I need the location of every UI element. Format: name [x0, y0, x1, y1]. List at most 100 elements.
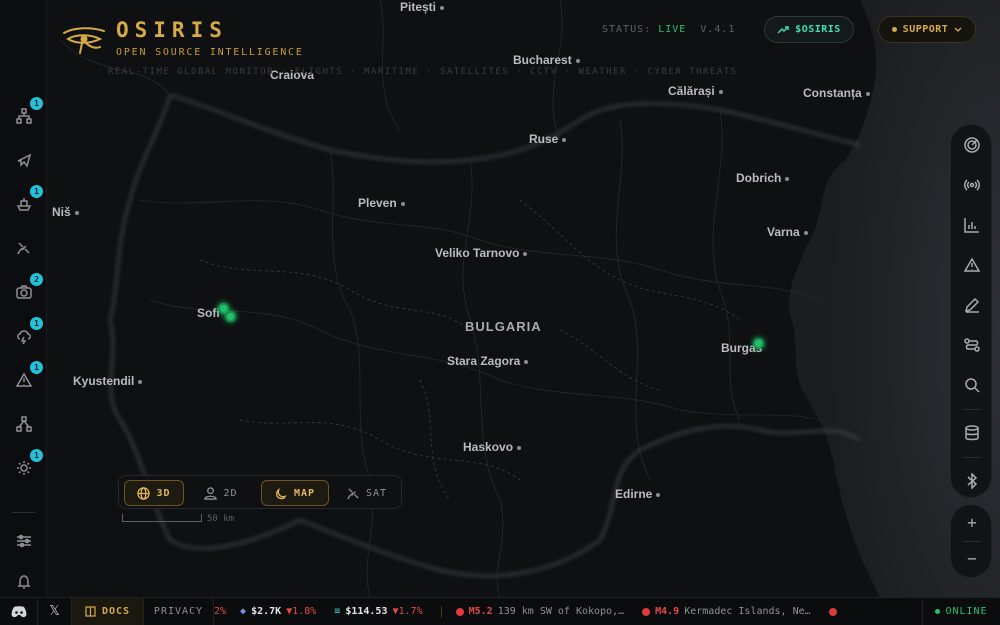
ticker-item: ◆ $2.7K ▼1.8%	[240, 606, 317, 617]
hierarchy-layer-button[interactable]	[13, 413, 35, 435]
quake-dot-icon	[642, 607, 651, 616]
eye-of-horus-logo	[63, 27, 105, 54]
bottom-bar: 𝕏 DOCS PRIVACY 2% ◆ $2.7K ▼1.8% ≡ $114.5…	[0, 597, 1000, 625]
space-weather-layer-button[interactable]: 1	[13, 449, 43, 479]
status-indicator: STATUS: LIVE V.4.1	[602, 24, 736, 35]
city-label: Dobrich	[736, 171, 790, 185]
alerts-button[interactable]	[961, 254, 983, 276]
ticker-item: 2%	[214, 606, 227, 617]
broadcast-icon	[964, 179, 980, 191]
sun-icon	[17, 461, 31, 475]
map-style-button[interactable]: MAP	[261, 480, 329, 506]
ethereum-icon: ◆	[240, 606, 247, 617]
city-label: Ruse	[529, 132, 567, 146]
search-icon	[965, 378, 980, 393]
count-badge: 1	[30, 361, 43, 374]
bluetooth-button[interactable]	[961, 470, 983, 492]
token-button[interactable]: $OSIRIS	[764, 16, 854, 43]
draw-button[interactable]	[961, 294, 983, 316]
event-marker[interactable]	[753, 338, 764, 349]
city-label: Pleven	[358, 196, 405, 210]
sidebar-divider	[12, 512, 35, 513]
city-label: Edirne	[615, 487, 661, 501]
analytics-button[interactable]	[961, 214, 983, 236]
warning-icon	[16, 372, 32, 387]
view-3d-button[interactable]: 3D	[124, 480, 184, 506]
weather-layer-button[interactable]: 1	[13, 317, 43, 347]
country-label: BULGARIA	[465, 319, 542, 334]
scale-bar	[122, 514, 202, 522]
broadcast-button[interactable]	[961, 174, 983, 196]
search-button[interactable]	[961, 374, 983, 396]
event-marker[interactable]	[225, 311, 236, 322]
city-label: Bucharest	[513, 53, 580, 67]
satellite-style-button[interactable]: SAT	[337, 480, 397, 506]
docs-link[interactable]: DOCS	[72, 598, 144, 625]
bell-icon	[17, 575, 31, 589]
pen-icon	[964, 297, 980, 313]
book-icon	[85, 606, 96, 617]
count-badge: 1	[30, 317, 43, 330]
quake-dot-icon	[828, 607, 837, 616]
live-ticker: 2% ◆ $2.7K ▼1.8% ≡ $114.53 ▼1.7% M5.2 13…	[214, 598, 922, 625]
flights-layer-button[interactable]	[13, 149, 35, 171]
data-sources-button[interactable]	[961, 422, 983, 444]
tools-panel	[950, 124, 992, 498]
network-layer-button[interactable]: 1	[13, 97, 43, 127]
city-label: Varna	[767, 225, 808, 239]
notifications-button[interactable]	[13, 571, 35, 593]
quake-item[interactable]: M4.9 Kermadec Islands, Ne…	[642, 606, 811, 617]
discord-link[interactable]	[0, 598, 38, 625]
panel-divider	[962, 409, 982, 410]
database-icon	[965, 425, 979, 441]
plane-icon	[17, 153, 32, 168]
view-2d-button[interactable]: 2D	[191, 480, 251, 506]
city-label: Niš	[52, 205, 79, 219]
solana-icon: ≡	[334, 606, 341, 617]
count-badge: 2	[30, 273, 43, 286]
sliders-icon	[17, 534, 31, 548]
radar-icon	[964, 137, 980, 153]
category-strip: REAL-TIME GLOBAL MONITOR · FLIGHTS · MAR…	[108, 67, 738, 77]
city-label: Sofi	[197, 306, 220, 320]
count-badge: 1	[30, 97, 43, 110]
network-icon	[16, 108, 32, 124]
storm-icon	[17, 330, 31, 344]
app-title: OSIRIS	[116, 18, 228, 42]
trend-up-icon	[777, 25, 789, 33]
alerts-layer-button[interactable]: 1	[13, 361, 43, 391]
satellite-icon	[17, 242, 30, 255]
zoom-in-button[interactable]: +	[961, 511, 983, 533]
zoom-controls: + −	[950, 504, 992, 578]
quake-item[interactable]: M5.2 139 km SW of Kokopo,…	[455, 606, 624, 617]
city-label: Constanța	[803, 86, 870, 100]
city-label: Călărași	[668, 84, 723, 98]
bluetooth-icon	[967, 473, 978, 489]
view-mode-switch: 3D 2D MAP SAT	[118, 475, 402, 509]
layer-sidebar: 1 1 2 1 1 1	[0, 0, 47, 597]
city-label: Haskovo	[463, 440, 522, 454]
zoom-out-button[interactable]: −	[961, 547, 983, 569]
chart-icon	[964, 218, 979, 233]
support-button[interactable]: SUPPORT	[878, 16, 976, 43]
moon-icon	[276, 487, 287, 499]
satellite-layer-button[interactable]	[13, 237, 35, 259]
city-label: Pitești	[400, 0, 445, 14]
maritime-layer-button[interactable]: 1	[13, 185, 43, 215]
chevron-down-icon	[954, 27, 962, 32]
user-icon	[204, 486, 218, 500]
city-label: Veliko Tarnovo	[435, 246, 528, 260]
alert-icon	[964, 257, 980, 272]
cctv-layer-button[interactable]: 2	[13, 273, 43, 303]
hierarchy-icon	[16, 416, 32, 432]
route-button[interactable]	[961, 334, 983, 356]
connection-status: ONLINE	[922, 598, 1000, 625]
count-badge: 1	[30, 449, 43, 462]
radar-button[interactable]	[961, 134, 983, 156]
x-link[interactable]: 𝕏	[38, 598, 72, 625]
privacy-link[interactable]: PRIVACY	[144, 598, 214, 625]
scale-label: 50 km	[207, 514, 235, 524]
x-icon: 𝕏	[49, 604, 60, 619]
filters-button[interactable]	[13, 530, 35, 552]
route-icon	[964, 338, 980, 352]
